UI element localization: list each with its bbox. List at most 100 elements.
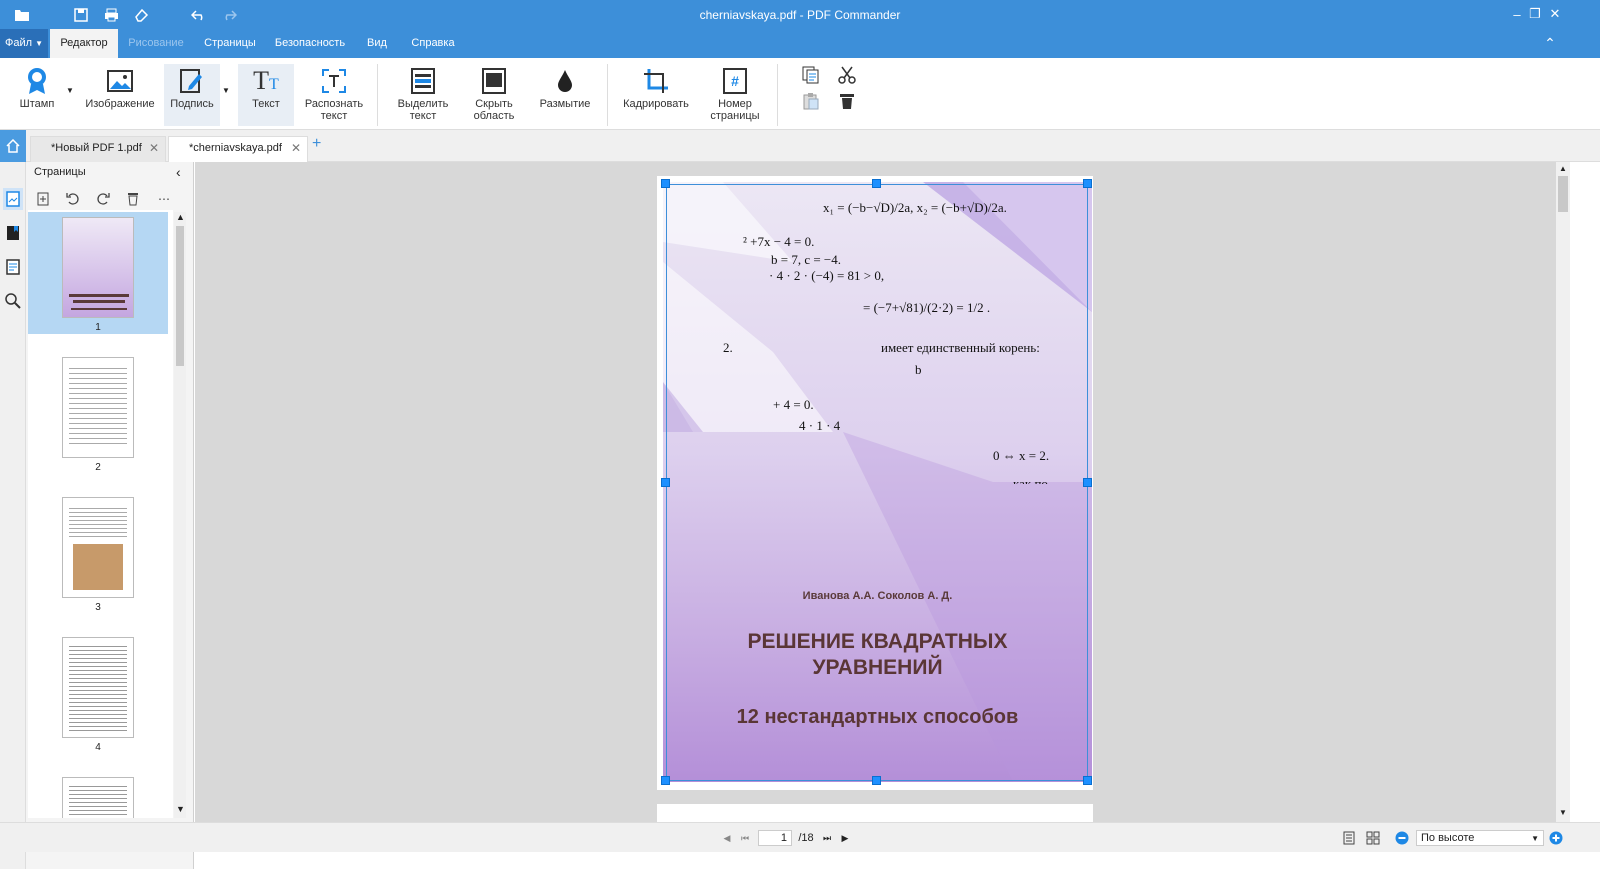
menu-help[interactable]: Справка [405, 29, 461, 58]
page-thumbnail[interactable]: 4 [28, 632, 168, 754]
copy-icon[interactable] [802, 66, 820, 84]
scroll-down-icon[interactable]: ▼ [1559, 808, 1567, 817]
add-page-icon[interactable] [33, 190, 53, 208]
hide-area-button[interactable]: Скрыть область [463, 64, 525, 126]
collapse-ribbon-icon[interactable]: ⌃ [1530, 29, 1570, 58]
zoom-value: По высоте [1421, 832, 1475, 844]
home-icon[interactable] [0, 130, 26, 162]
page-total: /18 [798, 832, 814, 844]
resize-handle[interactable] [661, 776, 670, 785]
stamp-icon [12, 64, 62, 98]
svg-text:#: # [731, 73, 739, 89]
resize-handle[interactable] [661, 478, 670, 487]
signature-label: Подпись [170, 98, 214, 110]
scroll-down-icon[interactable]: ▼ [176, 804, 185, 814]
resize-handle[interactable] [872, 776, 881, 785]
stamp-label: Штамп [19, 98, 55, 110]
recognize-text-label-1: Распознать [304, 98, 364, 110]
menu-file[interactable]: Файл ▼ [0, 29, 48, 58]
scroll-thumb[interactable] [1558, 176, 1568, 212]
chevron-down-icon: ▼ [1531, 833, 1539, 843]
tab-new-pdf[interactable]: *Новый PDF 1.pdf ✕ [30, 136, 166, 162]
text-button[interactable]: TT Текст [238, 64, 294, 126]
bookmarks-icon[interactable] [3, 222, 23, 244]
page-number: 2 [95, 462, 101, 473]
thumbnails-scrollbar[interactable]: ▲ ▼ [174, 212, 186, 818]
crop-label: Кадрировать [623, 98, 689, 110]
tab-cherniavskaya[interactable]: *cherniavskaya.pdf ✕ [168, 136, 308, 162]
blur-button[interactable]: Размытие [534, 64, 596, 126]
prev-page-icon[interactable]: ◀ [720, 830, 734, 846]
close-icon[interactable]: ✕ [1546, 6, 1564, 22]
tab-close-icon[interactable]: ✕ [149, 137, 159, 159]
rotate-right-icon[interactable] [93, 190, 113, 208]
pages-panel: Страницы ‹ ⋯ 1 2 3 4 ▲ ▼ [26, 162, 194, 869]
scroll-thumb[interactable] [176, 226, 184, 366]
delete-icon[interactable] [838, 92, 856, 110]
next-page-sheet [657, 804, 1093, 822]
page-thumbnail[interactable] [28, 772, 168, 818]
hide-area-label-2: область [473, 110, 515, 122]
page-number: 1 [95, 322, 101, 333]
ribbon-divider [607, 64, 608, 126]
left-rail [0, 162, 26, 869]
collapse-panel-icon[interactable]: ‹ [176, 164, 181, 180]
single-page-view-icon[interactable] [1340, 830, 1358, 846]
cut-icon[interactable] [838, 66, 856, 84]
resize-handle[interactable] [661, 179, 670, 188]
menu-security[interactable]: Безопасность [270, 29, 350, 58]
search-icon[interactable] [3, 290, 23, 312]
paste-icon[interactable] [802, 92, 820, 110]
ocr-icon [300, 64, 368, 98]
scroll-up-icon[interactable]: ▲ [1559, 164, 1567, 173]
minimize-icon[interactable]: – [1508, 6, 1526, 22]
rotate-left-icon[interactable] [63, 190, 83, 208]
last-page-icon[interactable]: ⏭ [820, 830, 834, 846]
zoom-select[interactable]: По высоте ▼ [1416, 830, 1544, 846]
zoom-out-icon[interactable] [1394, 830, 1410, 846]
page-number-button[interactable]: # Номер страницы [704, 64, 766, 126]
signature-dropdown-icon[interactable]: ▼ [222, 86, 230, 95]
menu-pages[interactable]: Страницы [196, 29, 264, 58]
page-thumbnail[interactable]: 2 [28, 352, 168, 474]
resize-handle[interactable] [872, 179, 881, 188]
next-page-icon[interactable]: ▶ [838, 830, 852, 846]
resize-handle[interactable] [1083, 776, 1092, 785]
more-options-icon[interactable]: ⋯ [154, 190, 174, 208]
new-tab-icon[interactable]: + [312, 135, 321, 153]
viewer-scrollbar[interactable]: ▲ ▼ [1556, 162, 1570, 822]
selection-frame[interactable] [666, 184, 1088, 781]
restore-icon[interactable]: ❐ [1526, 6, 1544, 22]
menu-view[interactable]: Вид [360, 29, 394, 58]
page-thumbnail[interactable]: 3 [28, 492, 168, 614]
stamp-button[interactable]: Штамп [12, 64, 62, 126]
highlight-text-button[interactable]: Выделить текст [392, 64, 454, 126]
menu-editor[interactable]: Редактор [50, 29, 118, 58]
hide-area-icon [463, 64, 525, 98]
menu-drawing[interactable]: Рисование [120, 29, 192, 58]
document-tabs: *Новый PDF 1.pdf ✕ *cherniavskaya.pdf ✕ … [0, 130, 1600, 162]
recognize-text-label-2: текст [320, 110, 348, 122]
annotations-icon[interactable] [3, 256, 23, 278]
highlight-text-icon [392, 64, 454, 98]
image-button[interactable]: Изображение [84, 64, 156, 126]
grid-view-icon[interactable] [1364, 830, 1382, 846]
recognize-text-button[interactable]: Распознать текст [300, 64, 368, 126]
stamp-dropdown-icon[interactable]: ▼ [66, 86, 74, 95]
text-label: Текст [252, 98, 280, 110]
tab-close-icon[interactable]: ✕ [291, 137, 301, 159]
pages-panel-icon[interactable] [3, 188, 23, 210]
crop-button[interactable]: Кадрировать [618, 64, 694, 126]
resize-handle[interactable] [1083, 478, 1092, 487]
menu-bar: Файл ▼ Редактор Рисование Страницы Безоп… [0, 29, 1600, 58]
status-bar: ◀ ⏮ 1 /18 ⏭ ▶ По высоте ▼ [0, 822, 1600, 852]
first-page-icon[interactable]: ⏮ [738, 830, 752, 846]
page-thumbnail[interactable]: 1 [28, 212, 168, 334]
scroll-up-icon[interactable]: ▲ [176, 212, 185, 222]
page-input[interactable]: 1 [758, 830, 792, 846]
delete-page-icon[interactable] [123, 190, 143, 208]
image-icon [84, 64, 156, 98]
zoom-in-icon[interactable] [1548, 830, 1564, 846]
resize-handle[interactable] [1083, 179, 1092, 188]
signature-button[interactable]: Подпись [164, 64, 220, 126]
